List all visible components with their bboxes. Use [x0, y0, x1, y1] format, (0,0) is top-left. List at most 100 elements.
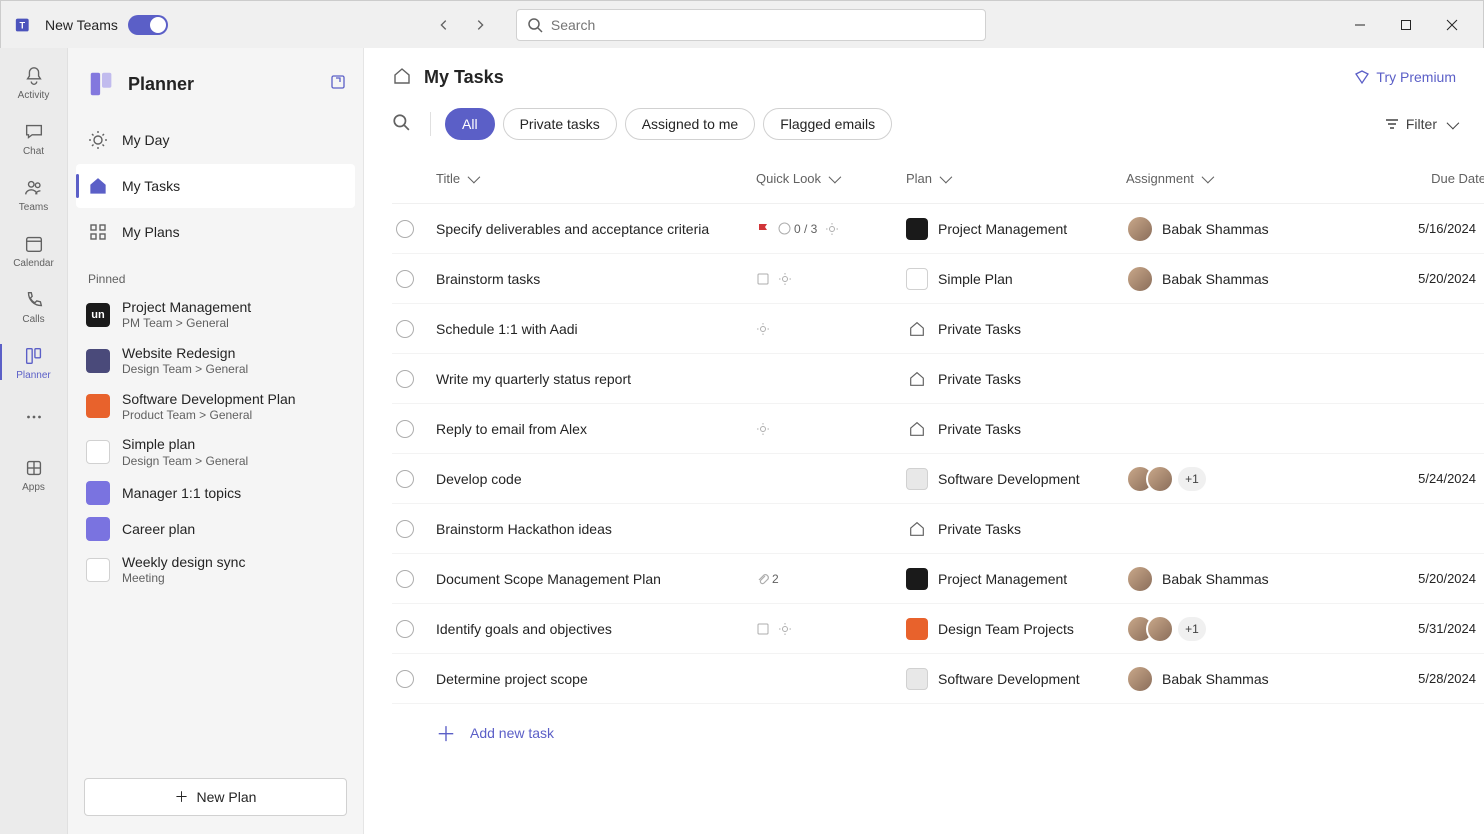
rail-calendar[interactable]: Calendar	[0, 222, 68, 278]
back-button[interactable]	[428, 9, 460, 41]
task-title[interactable]: Specify deliverables and acceptance crit…	[436, 221, 756, 237]
popout-button[interactable]	[329, 73, 347, 96]
search-tasks-button[interactable]	[392, 113, 410, 136]
rail-more[interactable]	[0, 390, 68, 446]
col-duedate[interactable]: Due Date	[1376, 171, 1484, 186]
complete-checkbox[interactable]	[396, 570, 414, 588]
col-assignment[interactable]: Assignment	[1126, 171, 1376, 186]
col-title[interactable]: Title	[436, 171, 756, 186]
filter-chip-flagged-emails[interactable]: Flagged emails	[763, 108, 892, 140]
rail-apps[interactable]: Apps	[0, 446, 68, 502]
plan-cell[interactable]: Private Tasks	[906, 418, 1126, 440]
complete-checkbox[interactable]	[396, 420, 414, 438]
search-box[interactable]	[516, 9, 986, 41]
rail-planner[interactable]: Planner	[0, 334, 68, 390]
filter-button[interactable]: Filter	[1384, 116, 1456, 132]
complete-checkbox[interactable]	[396, 620, 414, 638]
filter-chip-all[interactable]: All	[445, 108, 495, 140]
assignment-cell[interactable]: Babak Shammas	[1126, 565, 1376, 593]
filter-chip-private-tasks[interactable]: Private tasks	[503, 108, 617, 140]
table-row[interactable]: Develop code Software Development +1 5/2…	[392, 454, 1484, 504]
table-row[interactable]: Identify goals and objectives Design Tea…	[392, 604, 1484, 654]
assignment-cell[interactable]: +1	[1126, 615, 1376, 643]
filter-chip-assigned-to-me[interactable]: Assigned to me	[625, 108, 756, 140]
task-title[interactable]: Identify goals and objectives	[436, 621, 756, 637]
add-task-button[interactable]: ＋ Add new task	[392, 704, 1484, 761]
pinned-item[interactable]: Manager 1:1 topics	[68, 475, 363, 511]
sun-icon	[778, 622, 792, 636]
rail-teams[interactable]: Teams	[0, 166, 68, 222]
task-title[interactable]: Schedule 1:1 with Aadi	[436, 321, 756, 337]
assignment-cell[interactable]: Babak Shammas	[1126, 265, 1376, 293]
new-plan-button[interactable]: ＋ New Plan	[84, 778, 347, 816]
plan-cell[interactable]: Project Management	[906, 218, 1126, 240]
complete-checkbox[interactable]	[396, 270, 414, 288]
plan-icon	[906, 468, 928, 490]
pinned-item[interactable]: Weekly design syncMeeting	[68, 547, 363, 593]
plan-cell[interactable]: Project Management	[906, 568, 1126, 590]
plan-cell[interactable]: Private Tasks	[906, 518, 1126, 540]
assignment-cell[interactable]: Babak Shammas	[1126, 215, 1376, 243]
table-row[interactable]: Brainstorm Hackathon ideas Private Tasks	[392, 504, 1484, 554]
home-icon	[88, 176, 108, 196]
col-quicklook[interactable]: Quick Look	[756, 171, 906, 186]
plan-cell[interactable]: Software Development	[906, 468, 1126, 490]
nav-my-tasks[interactable]: My Tasks	[76, 164, 355, 208]
page-title: My Tasks	[424, 67, 504, 88]
new-teams-toggle[interactable]	[128, 15, 168, 35]
plan-icon	[86, 517, 110, 541]
table-row[interactable]: Write my quarterly status report Private…	[392, 354, 1484, 404]
minimize-button[interactable]	[1337, 9, 1383, 41]
plan-icon: un	[86, 303, 110, 327]
pinned-item[interactable]: Website RedesignDesign Team > General	[68, 338, 363, 384]
maximize-button[interactable]	[1383, 9, 1429, 41]
pinned-item[interactable]: unProject ManagementPM Team > General	[68, 292, 363, 338]
task-title[interactable]: Reply to email from Alex	[436, 421, 756, 437]
quick-look	[756, 272, 906, 286]
assignment-cell[interactable]: +1	[1126, 465, 1376, 493]
plan-cell[interactable]: Private Tasks	[906, 318, 1126, 340]
table-row[interactable]: Specify deliverables and acceptance crit…	[392, 204, 1484, 254]
table-row[interactable]: Reply to email from Alex Private Tasks	[392, 404, 1484, 454]
pinned-item[interactable]: Software Development PlanProduct Team > …	[68, 384, 363, 430]
task-title[interactable]: Brainstorm tasks	[436, 271, 756, 287]
calendar-icon	[22, 232, 46, 256]
plan-cell[interactable]: Design Team Projects	[906, 618, 1126, 640]
task-title[interactable]: Document Scope Management Plan	[436, 571, 756, 587]
complete-checkbox[interactable]	[396, 520, 414, 538]
nav-my-day[interactable]: My Day	[76, 118, 355, 162]
plan-cell[interactable]: Software Development	[906, 668, 1126, 690]
search-input[interactable]	[551, 17, 975, 33]
task-title[interactable]: Develop code	[436, 471, 756, 487]
complete-checkbox[interactable]	[396, 470, 414, 488]
try-premium-link[interactable]: Try Premium	[1354, 69, 1456, 85]
rail-activity[interactable]: Activity	[0, 54, 68, 110]
table-row[interactable]: Document Scope Management Plan 2 Project…	[392, 554, 1484, 604]
table-row[interactable]: Determine project scope Software Develop…	[392, 654, 1484, 704]
rail-chat[interactable]: Chat	[0, 110, 68, 166]
nav-my-plans[interactable]: My Plans	[76, 210, 355, 254]
col-plan[interactable]: Plan	[906, 171, 1126, 186]
forward-button[interactable]	[464, 9, 496, 41]
plan-sub: Product Team > General	[122, 408, 296, 424]
apps-icon	[22, 456, 46, 480]
pinned-item[interactable]: Career plan	[68, 511, 363, 547]
plan-name: Software Development Plan	[122, 390, 296, 408]
complete-checkbox[interactable]	[396, 320, 414, 338]
assignment-cell[interactable]: Babak Shammas	[1126, 665, 1376, 693]
table-row[interactable]: Brainstorm tasks Simple Plan Babak Shamm…	[392, 254, 1484, 304]
plan-name: Private Tasks	[938, 421, 1021, 437]
complete-checkbox[interactable]	[396, 370, 414, 388]
complete-checkbox[interactable]	[396, 670, 414, 688]
complete-checkbox[interactable]	[396, 220, 414, 238]
plan-cell[interactable]: Private Tasks	[906, 368, 1126, 390]
close-button[interactable]	[1429, 9, 1475, 41]
task-title[interactable]: Write my quarterly status report	[436, 371, 756, 387]
rail-calls[interactable]: Calls	[0, 278, 68, 334]
plan-cell[interactable]: Simple Plan	[906, 268, 1126, 290]
task-title[interactable]: Brainstorm Hackathon ideas	[436, 521, 756, 537]
table-row[interactable]: Schedule 1:1 with Aadi Private Tasks	[392, 304, 1484, 354]
pinned-item[interactable]: Simple planDesign Team > General	[68, 429, 363, 475]
task-title[interactable]: Determine project scope	[436, 671, 756, 687]
plan-name: Software Development	[938, 471, 1080, 487]
